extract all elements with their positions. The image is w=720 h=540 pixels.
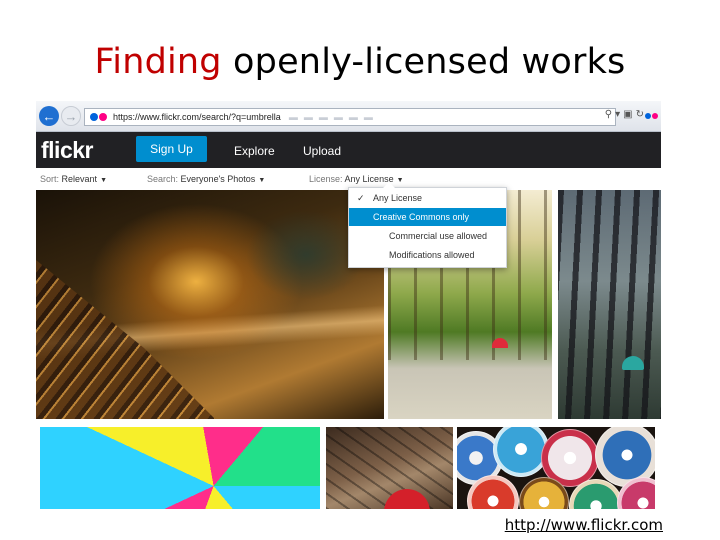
tab-favicon-pink-icon: [652, 113, 658, 119]
nav-explore[interactable]: Explore: [234, 144, 275, 158]
browser-toolbar: ← → https://www.flickr.com/search/?q=umb…: [36, 101, 661, 132]
chevron-down-icon: ▼: [100, 177, 107, 184]
license-option-creative-commons[interactable]: Creative Commons only: [349, 208, 506, 226]
address-bar-icons[interactable]: ⚲▾▣↻: [605, 109, 647, 120]
search-scope-value: Everyone's Photos: [180, 174, 256, 184]
license-option-commercial[interactable]: Commercial use allowed: [349, 227, 506, 245]
sort-value: Relevant: [61, 174, 98, 184]
sort-filter[interactable]: Sort: Relevant ▼: [40, 174, 107, 184]
background-tabs: ▬▬▬▬▬▬: [288, 112, 379, 122]
address-url: https://www.flickr.com/search/?q=umbrell…: [113, 112, 281, 122]
search-scope-label: Search:: [147, 174, 179, 184]
license-label: License:: [309, 174, 343, 184]
tab-favicon-blue-icon: [645, 113, 651, 119]
slide-title-accent: Finding: [94, 42, 222, 82]
chevron-down-icon: ▼: [258, 177, 266, 184]
photo-red-umbrella-bench[interactable]: [326, 427, 453, 509]
license-option-label: Commercial use allowed: [389, 231, 488, 241]
sort-label: Sort:: [40, 174, 60, 184]
photo-forest-umbrella[interactable]: [558, 190, 661, 419]
address-bar[interactable]: https://www.flickr.com/search/?q=umbrell…: [84, 108, 616, 126]
flickr-header: flickr Sign Up Explore Upload: [36, 132, 661, 168]
checkmark-icon: ✓: [357, 193, 365, 203]
search-icon[interactable]: ⚲: [605, 109, 615, 120]
flickr-link[interactable]: http://www.flickr.com: [505, 516, 663, 534]
photo-parasols[interactable]: [457, 427, 655, 509]
flickr-screenshot: ← → https://www.flickr.com/search/?q=umb…: [36, 101, 661, 509]
sign-up-button[interactable]: Sign Up: [136, 136, 207, 162]
dropdown-icon[interactable]: ▾: [615, 109, 623, 120]
photo-detail: [492, 338, 508, 348]
back-arrow-icon[interactable]: ←: [39, 106, 59, 126]
license-option-label: Creative Commons only: [373, 212, 470, 222]
license-option-any[interactable]: ✓ Any License: [349, 189, 506, 207]
flickr-favicon-pink-icon: [99, 113, 107, 121]
slide-title: Finding openly-licensed works: [0, 42, 720, 82]
license-option-label: Modifications allowed: [389, 250, 475, 260]
nav-upload[interactable]: Upload: [303, 144, 341, 158]
photo-colorful-umbrella[interactable]: [40, 427, 320, 509]
flickr-logo[interactable]: flickr: [41, 137, 93, 164]
photo-bench-night[interactable]: [36, 190, 384, 419]
photo-detail: [558, 190, 661, 419]
license-option-modifications[interactable]: Modifications allowed: [349, 246, 506, 264]
license-option-label: Any License: [373, 193, 423, 203]
flickr-favicon-icon: [90, 113, 98, 121]
lock-icon: ▣: [623, 109, 636, 120]
slide-title-rest: openly-licensed works: [233, 42, 626, 82]
search-scope-filter[interactable]: Search: Everyone's Photos ▼: [147, 174, 265, 184]
photo-detail: [36, 260, 216, 419]
forward-arrow-icon[interactable]: →: [61, 106, 81, 126]
license-dropdown-menu: ✓ Any License Creative Commons only Comme…: [348, 182, 507, 268]
chevron-down-icon: ▼: [396, 177, 404, 184]
